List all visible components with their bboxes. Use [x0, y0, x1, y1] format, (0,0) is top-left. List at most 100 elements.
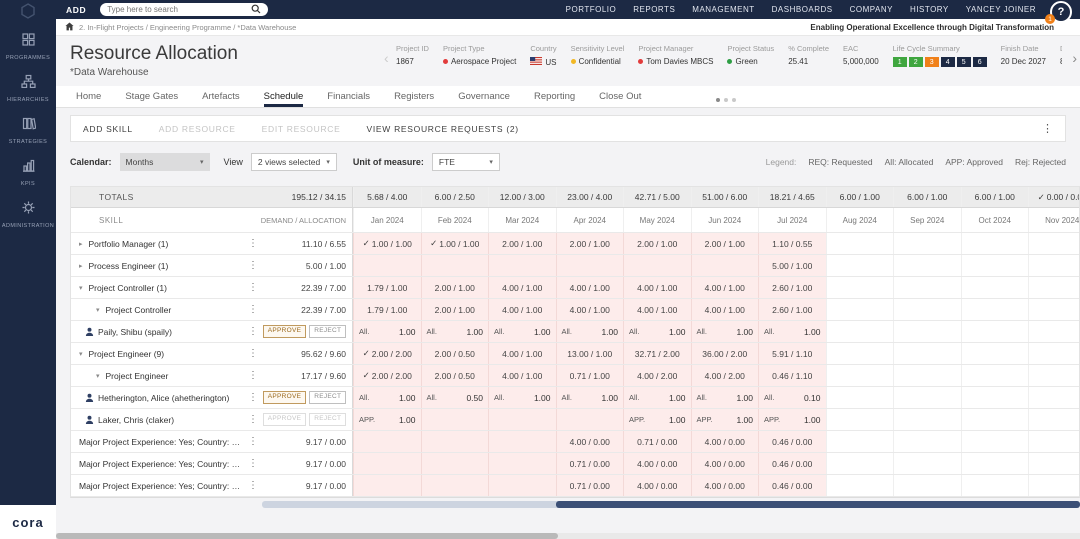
- row-menu-icon[interactable]: ⋮: [248, 458, 258, 469]
- topmenu-dashboards[interactable]: DASHBOARDS: [772, 5, 833, 14]
- month-cell: All.1.00: [488, 387, 556, 408]
- row-menu-icon[interactable]: ⋮: [248, 260, 258, 271]
- legend-items: REQ: RequestedAll: AllocatedAPP: Approve…: [808, 157, 1066, 167]
- row-menu-icon[interactable]: ⋮: [248, 282, 258, 293]
- table-hscroll-thumb[interactable]: [556, 501, 1080, 508]
- row-menu-icon[interactable]: ⋮: [248, 370, 258, 381]
- sidebar: PROGRAMMES HIERARCHIES STRATEGIES KPIS ADMIN…: [0, 0, 56, 539]
- month-header[interactable]: Aug 2024: [826, 208, 894, 232]
- lifecycle-boxes: 123456: [893, 57, 987, 67]
- chevron-right-icon[interactable]: ▸: [79, 262, 83, 270]
- month-header[interactable]: Jul 2024: [758, 208, 826, 232]
- home-icon[interactable]: [65, 18, 74, 36]
- tab-home[interactable]: Home: [76, 86, 101, 107]
- chevron-down-icon[interactable]: ▾: [79, 350, 83, 358]
- month-header[interactable]: Oct 2024: [961, 208, 1029, 232]
- tab-governance[interactable]: Governance: [458, 86, 510, 107]
- alloc-value: 1.00: [669, 415, 686, 425]
- add-button[interactable]: ADD: [66, 5, 86, 15]
- row-menu-icon[interactable]: ⋮: [248, 392, 258, 403]
- lifecycle-stage[interactable]: 2: [909, 57, 923, 67]
- app-logo-icon[interactable]: [20, 2, 36, 20]
- month-cell: [893, 475, 961, 496]
- lifecycle-stage[interactable]: 4: [941, 57, 955, 67]
- check-icon: ✓: [363, 238, 370, 249]
- sidebar-item-administration[interactable]: ADMINISTRATION: [2, 200, 54, 229]
- row-menu-icon[interactable]: ⋮: [248, 238, 258, 249]
- approve-button[interactable]: APPROVE: [263, 391, 307, 404]
- row-menu-icon[interactable]: ⋮: [248, 348, 258, 359]
- view-select[interactable]: 2 views selected ▾: [251, 153, 337, 171]
- month-header[interactable]: Feb 2024: [421, 208, 489, 232]
- row-menu-icon[interactable]: ⋮: [248, 414, 258, 425]
- sidebar-item-strategies[interactable]: STRATEGIES: [9, 116, 47, 145]
- month-header[interactable]: Mar 2024: [488, 208, 556, 232]
- status-tag: All.: [359, 393, 369, 402]
- alloc-value: 1.00: [601, 393, 618, 403]
- topmenu-history[interactable]: HISTORY: [910, 5, 949, 14]
- tab-registers[interactable]: Registers: [394, 86, 434, 107]
- fields-pager-dots[interactable]: [716, 98, 736, 102]
- topmenu-company[interactable]: COMPANY: [850, 5, 893, 14]
- lifecycle-stage[interactable]: 3: [925, 57, 939, 67]
- fields-prev-icon[interactable]: ‹: [384, 50, 389, 66]
- month-cell: [623, 255, 691, 276]
- table-hscrollbar[interactable]: [262, 501, 1080, 508]
- month-header[interactable]: Jan 2024: [353, 208, 421, 232]
- month-header[interactable]: Jun 2024: [691, 208, 759, 232]
- search-icon[interactable]: [251, 1, 261, 19]
- month-cell: [961, 409, 1029, 430]
- actions-menu-icon[interactable]: ⋮: [1042, 122, 1053, 135]
- row-menu-icon[interactable]: ⋮: [248, 304, 258, 315]
- reject-button[interactable]: REJECT: [309, 391, 346, 404]
- chevron-down-icon[interactable]: ▾: [79, 284, 83, 292]
- tab-artefacts[interactable]: Artefacts: [202, 86, 240, 107]
- approve-button[interactable]: APPROVE: [263, 325, 307, 338]
- topmenu-portfolio[interactable]: PORTFOLIO: [566, 5, 617, 14]
- lifecycle-stage[interactable]: 1: [893, 57, 907, 67]
- action-add-skill[interactable]: ADD SKILL: [83, 124, 133, 134]
- demand-cell: 95.62 / 9.60: [263, 343, 353, 364]
- sidebar-item-hierarchies[interactable]: HIERARCHIES: [7, 74, 49, 103]
- topmenu-reports[interactable]: REPORTS: [633, 5, 675, 14]
- row-menu-icon[interactable]: ⋮: [248, 480, 258, 491]
- month-header[interactable]: May 2024: [623, 208, 691, 232]
- lifecycle-stage[interactable]: 5: [957, 57, 971, 67]
- month-header[interactable]: Apr 2024: [556, 208, 624, 232]
- sidebar-item-kpis[interactable]: KPIS: [21, 158, 36, 187]
- reject-button[interactable]: REJECT: [309, 325, 346, 338]
- row-name: Laker, Chris (claker): [98, 415, 242, 425]
- row-menu-icon[interactable]: ⋮: [248, 326, 258, 337]
- action-view-resource-requests-2[interactable]: VIEW RESOURCE REQUESTS (2): [367, 124, 519, 134]
- row-menu-icon[interactable]: ⋮: [248, 436, 258, 447]
- chevron-right-icon[interactable]: ▸: [79, 240, 83, 248]
- notification-badge[interactable]: 1: [1045, 14, 1055, 24]
- sidebar-item-programmes[interactable]: PROGRAMMES: [6, 32, 50, 61]
- breadcrumb[interactable]: 2. In-Flight Projects / Engineering Prog…: [79, 23, 296, 32]
- field-complete: % Complete25.41: [788, 44, 829, 67]
- tab-financials[interactable]: Financials: [327, 86, 370, 107]
- calendar-select[interactable]: Months ▾: [120, 153, 210, 171]
- tab-schedule[interactable]: Schedule: [264, 86, 304, 107]
- month-cell: [488, 431, 556, 452]
- tab-close-out[interactable]: Close Out: [599, 86, 641, 107]
- topmenu-yancey-joiner[interactable]: YANCEY JOINER: [966, 5, 1036, 14]
- month-header[interactable]: Sep 2024: [893, 208, 961, 232]
- tab-reporting[interactable]: Reporting: [534, 86, 575, 107]
- demand-cell: 22.39 / 7.00: [263, 299, 353, 320]
- uom-select[interactable]: FTE ▾: [432, 153, 500, 171]
- search-box[interactable]: [100, 3, 268, 16]
- chevron-down-icon[interactable]: ▾: [96, 372, 100, 380]
- topmenu-management[interactable]: MANAGEMENT: [692, 5, 754, 14]
- month-header[interactable]: Nov 2024: [1028, 208, 1080, 232]
- page-hscroll-thumb[interactable]: [56, 533, 558, 539]
- table-row: ▸Portfolio Manager (1)⋮11.10 / 6.55✓1.00…: [71, 233, 1079, 255]
- chevron-down-icon[interactable]: ▾: [96, 306, 100, 314]
- lifecycle-stage[interactable]: 6: [973, 57, 987, 67]
- table-row: Hetherington, Alice (ahetherington)⋮APPR…: [71, 387, 1079, 409]
- page-hscrollbar[interactable]: [56, 533, 1080, 539]
- sidebar-item-label: STRATEGIES: [9, 139, 47, 145]
- search-input[interactable]: [107, 5, 251, 14]
- tab-stage-gates[interactable]: Stage Gates: [125, 86, 178, 107]
- fields-next-icon[interactable]: ›: [1072, 50, 1077, 66]
